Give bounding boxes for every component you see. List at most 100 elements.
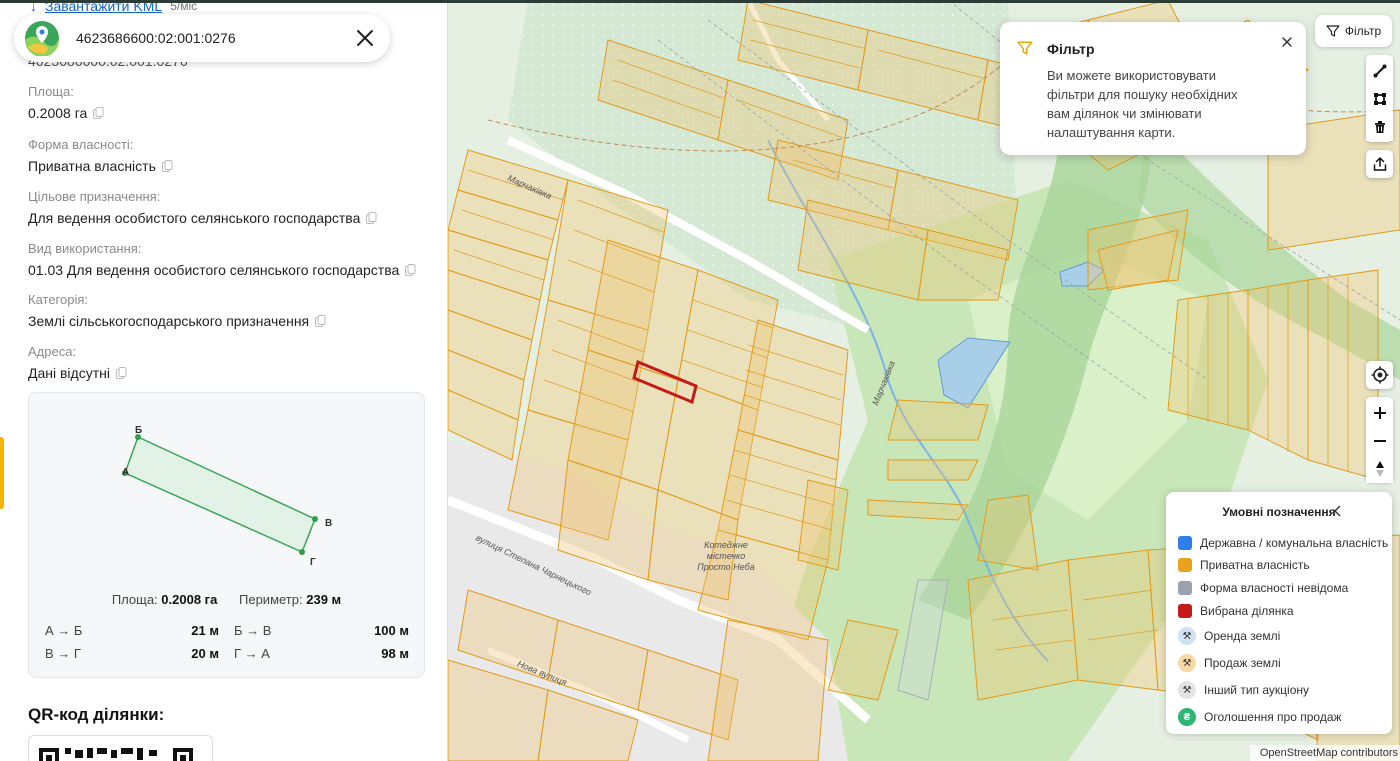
legend-item-sale-ad: ₴ Оголошення про продаж — [1178, 708, 1342, 726]
legend-item-private: Приватна власність — [1178, 558, 1310, 572]
legend-label: Приватна власність — [1200, 558, 1310, 572]
draw-polygon-button[interactable] — [1366, 85, 1393, 113]
field-label: Адреса: — [28, 344, 77, 359]
plus-icon — [1373, 407, 1386, 419]
side-label: В → Г — [45, 646, 81, 661]
close-icon[interactable] — [1279, 34, 1295, 50]
parcel-shape-diagram: Б В Г А — [122, 425, 332, 568]
field-ownership: Форма власності: Приватна власність — [28, 137, 173, 174]
delete-drawing-button[interactable] — [1366, 113, 1393, 141]
field-label: Цільове призначення: — [28, 189, 161, 204]
legend-item-other-auction: ⚒ Інший тип аукціону — [1178, 681, 1309, 699]
panel-toggle-tab[interactable] — [0, 437, 4, 509]
legend-item-state: Державна / комунальна власність — [1178, 536, 1388, 550]
vertex-v-label: В — [325, 518, 332, 529]
copy-icon[interactable] — [405, 263, 416, 277]
area-label: Котеджне містечко Просто Неба — [697, 540, 755, 572]
hryvnia-icon: ₴ — [1178, 708, 1196, 726]
app-logo-icon — [25, 21, 59, 56]
field-value: Землі сільськогосподарського призначення — [28, 313, 310, 329]
side-label: А → Б — [45, 623, 83, 638]
copy-icon[interactable] — [115, 366, 127, 380]
legend-label: Форма власності невідома — [1200, 581, 1349, 595]
field-purpose: Цільове призначення: Для ведення особист… — [28, 189, 377, 226]
field-area: Площа: 0.2008 га — [28, 84, 104, 121]
filter-button[interactable]: Фільтр — [1315, 15, 1392, 47]
qr-code — [28, 735, 213, 761]
legend-swatch — [1178, 536, 1192, 550]
locate-icon — [1371, 366, 1388, 384]
field-label: Категорія: — [28, 292, 89, 307]
compass-icon — [1375, 461, 1384, 477]
parcel-shape-card: Б В Г А Площа: 0.2008 га Периметр: 239 м… — [28, 392, 425, 678]
side-label: Б → В — [234, 623, 272, 638]
field-address: Адреса: Дані відсутні — [28, 344, 127, 381]
legend-label: Інший тип аукціону — [1204, 683, 1309, 697]
share-button[interactable] — [1366, 150, 1393, 178]
filter-icon — [1017, 41, 1033, 55]
map-attribution[interactable]: OpenStreetMap contributors — [1250, 745, 1400, 761]
side-value: 21 м — [191, 623, 219, 638]
copy-icon[interactable] — [93, 106, 104, 120]
close-icon[interactable] — [354, 27, 376, 49]
filter-icon — [1326, 25, 1340, 37]
legend-item-rent: ⚒ Оренда землі — [1178, 627, 1280, 645]
side-value: 20 м — [191, 646, 219, 661]
filter-tooltip: Фільтр Ви можете використовувати фільтри… — [1000, 22, 1306, 155]
parcel-details-panel: ↓ Завантажити KML 5/міс 4623686600:02:00… — [0, 0, 448, 761]
vertex-b-label: Б — [135, 425, 142, 436]
perimeter-label: Периметр: — [239, 592, 303, 607]
copy-icon[interactable] — [161, 159, 173, 173]
filter-button-label: Фільтр — [1344, 24, 1382, 38]
legend-item-sale: ⚒ Продаж землі — [1178, 654, 1281, 672]
perimeter-value: 239 м — [306, 592, 342, 607]
legend-swatch — [1178, 581, 1192, 595]
field-label: Форма власності: — [28, 137, 134, 152]
legend-title: Умовні позначення — [1222, 505, 1336, 519]
area-label: Площа: — [111, 592, 158, 607]
field-category: Категорія: Землі сільськогосподарського … — [28, 292, 326, 329]
legend-swatch — [1178, 558, 1192, 572]
minus-icon — [1373, 440, 1386, 442]
compass-button[interactable] — [1366, 455, 1393, 483]
legend-item-selected: Вибрана ділянка — [1178, 604, 1294, 618]
area-value: 0.2008 га — [161, 592, 218, 607]
vertex-g-label: Г — [310, 557, 316, 568]
side-value: 100 м — [374, 623, 409, 638]
field-label: Площа: — [28, 84, 74, 99]
parcel-metrics: Площа: 0.2008 га Периметр: 239 м — [29, 592, 424, 607]
locate-button[interactable] — [1366, 361, 1393, 389]
legend-label: Оголошення про продаж — [1204, 710, 1342, 724]
side-label: Г → А — [234, 646, 270, 661]
field-value: Для ведення особистого селянського госпо… — [28, 210, 361, 226]
field-value: Дані відсутні — [28, 365, 110, 381]
draw-line-button[interactable] — [1366, 57, 1393, 85]
chevron-left-icon[interactable] — [1331, 504, 1345, 518]
field-value: Приватна власність — [28, 158, 156, 174]
filter-tooltip-title: Фільтр — [1047, 41, 1095, 57]
map-legend: Умовні позначення Державна / комунальна … — [1166, 492, 1392, 734]
qr-title: QR-код ділянки: — [28, 705, 165, 724]
zoom-in-button[interactable] — [1366, 399, 1393, 427]
legend-label: Продаж землі — [1204, 656, 1281, 670]
copy-icon[interactable] — [366, 211, 377, 225]
legend-item-unknown: Форма власності невідома — [1178, 581, 1348, 595]
field-label: Вид використання: — [28, 241, 142, 256]
copy-icon[interactable] — [315, 314, 326, 328]
legend-label: Оренда землі — [1204, 629, 1281, 643]
draw-line-icon — [1373, 64, 1386, 78]
search-input[interactable]: 4623686600:02:001:0276 — [76, 30, 354, 46]
trash-icon — [1374, 121, 1385, 133]
field-usage: Вид використання: 01.03 Для ведення особ… — [28, 241, 416, 278]
hammer-icon: ⚒ — [1178, 654, 1196, 672]
side-value: 98 м — [381, 646, 409, 661]
legend-label: Вибрана ділянка — [1200, 604, 1294, 618]
hammer-icon: ⚒ — [1178, 627, 1196, 645]
legend-label: Державна / комунальна власність — [1200, 536, 1389, 550]
search-bar[interactable]: 4623686600:02:001:0276 — [14, 14, 390, 62]
filter-tooltip-text: Ви можете використовувати фільтри для по… — [1047, 68, 1238, 140]
top-bar — [0, 0, 1400, 3]
zoom-out-button[interactable] — [1366, 427, 1393, 455]
field-value: 0.2008 га — [28, 105, 88, 121]
hammer-icon: ⚒ — [1178, 681, 1196, 699]
